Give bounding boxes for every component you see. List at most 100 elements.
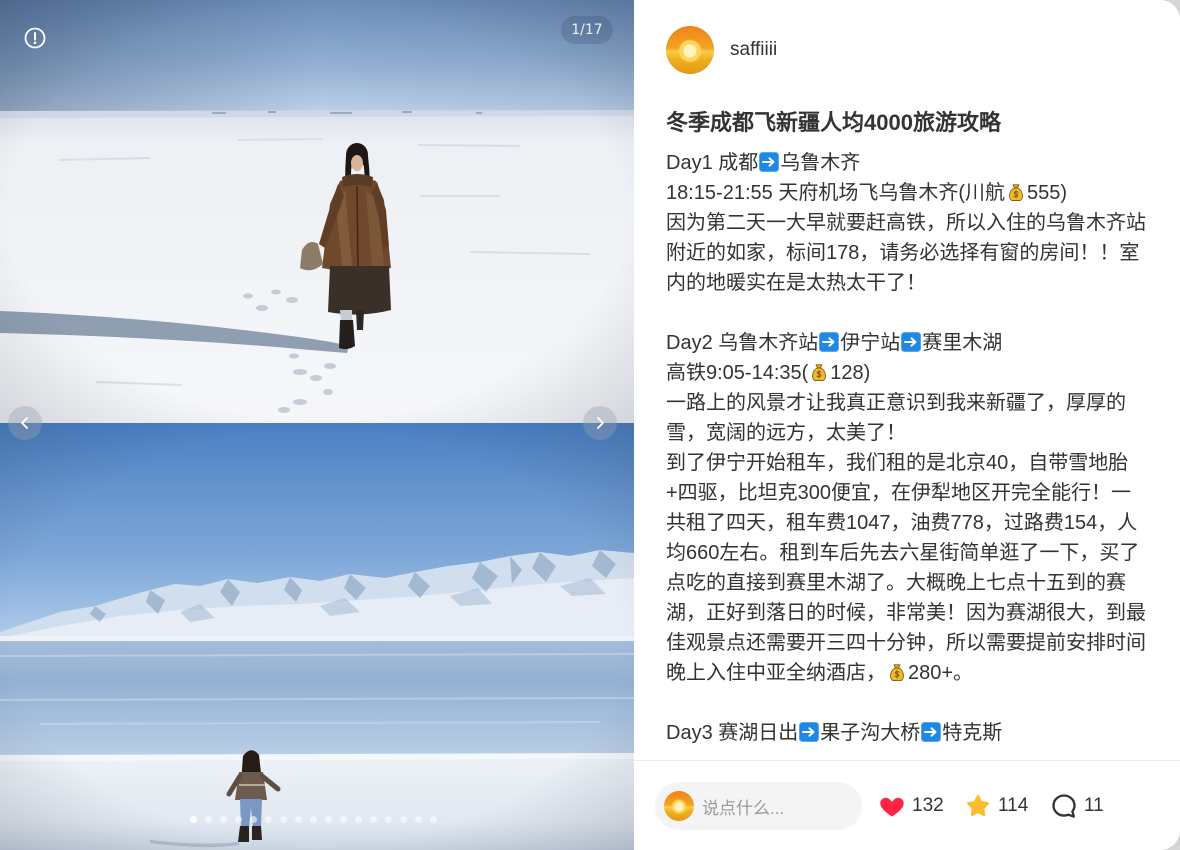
note-text: 点吃的直接到赛里木湖了。大概晚上七点十五到的赛 bbox=[666, 572, 1126, 594]
carousel-dot[interactable] bbox=[280, 816, 287, 823]
note-text: Day3 赛湖日出 bbox=[666, 722, 799, 744]
carousel-dot[interactable] bbox=[430, 816, 437, 823]
note-line: 内的地暖实在是太热太干了！ bbox=[666, 268, 1166, 298]
chevron-left-icon bbox=[21, 417, 29, 429]
carousel-dot[interactable] bbox=[370, 816, 377, 823]
note-text: 附近的如家，标间178，请务必选择有窗的房间！！室 bbox=[666, 242, 1140, 264]
note-detail-modal: 1/17 saffiiii 冬季成都飞新疆人均4000旅游攻略 Day1 成都乌… bbox=[0, 0, 1180, 850]
chevron-right-icon bbox=[597, 417, 604, 429]
carousel-dot[interactable] bbox=[310, 816, 317, 823]
note-line: 晚上入住中亚全纳酒店， 280+。 bbox=[666, 658, 1166, 688]
carousel-dot[interactable] bbox=[400, 816, 407, 823]
arrow-right-icon bbox=[819, 332, 840, 352]
note-line: 18:15-21:55 天府机场飞乌鲁木齐(川航 555) bbox=[666, 178, 1166, 208]
like-count: 132 bbox=[912, 794, 944, 816]
note-title: 冬季成都飞新疆人均4000旅游攻略 bbox=[666, 110, 1001, 135]
next-image-button[interactable] bbox=[583, 406, 617, 440]
note-text: 湖，正好到落日的时候，非常美！因为赛湖很大，到最 bbox=[666, 602, 1146, 624]
note-line: +四驱，比坦克300便宜，在伊犁地区开完全能行！一 bbox=[666, 478, 1166, 508]
collect-count: 114 bbox=[998, 794, 1029, 816]
note-body[interactable]: Day1 成都 乌鲁木齐 18:15-21:55 天府机场飞乌鲁木齐(川航 555) 因… bbox=[666, 148, 1166, 760]
avatar[interactable] bbox=[666, 26, 714, 74]
note-line: Day1 成都 乌鲁木齐 bbox=[666, 148, 1166, 178]
note-line: 湖，正好到落日的时候，非常美！因为赛湖很大，到最 bbox=[666, 598, 1166, 628]
post-photo bbox=[0, 0, 634, 850]
note-text: 因为第二天一大早就要赶高铁，所以入住的乌鲁木齐站 bbox=[666, 212, 1146, 234]
note-line: 共租了四天，租车费1047，油费778，过路费154，人 bbox=[666, 508, 1166, 538]
carousel-dot[interactable] bbox=[220, 816, 227, 823]
note-line: 均660左右。租到车后先去六星街简单逛了一下，买了 bbox=[666, 538, 1166, 568]
note-line: 雪，宽阔的远方，太美了！ bbox=[666, 418, 1166, 448]
carousel-dot[interactable] bbox=[415, 816, 422, 823]
note-text: Day2 乌鲁木齐站 bbox=[666, 332, 819, 354]
carousel-dot[interactable] bbox=[250, 816, 257, 823]
note-text: 内的地暖实在是太热太干了！ bbox=[666, 272, 926, 294]
my-avatar bbox=[664, 791, 694, 821]
image-carousel[interactable]: 1/17 bbox=[0, 0, 634, 850]
arrow-right-icon bbox=[901, 332, 922, 352]
note-line: 因为第二天一大早就要赶高铁，所以入住的乌鲁木齐站 bbox=[666, 208, 1166, 238]
note-text: 特克斯 bbox=[942, 722, 1003, 744]
note-text: 555) bbox=[1026, 182, 1068, 204]
note-panel: saffiiii 冬季成都飞新疆人均4000旅游攻略 Day1 成都 乌鲁木齐 18… bbox=[634, 0, 1180, 850]
carousel-dot[interactable] bbox=[355, 816, 362, 823]
heart-icon bbox=[880, 797, 904, 816]
note-text: 共租了四天，租车费1047，油费778，过路费154，人 bbox=[666, 512, 1138, 534]
note-line: 点吃的直接到赛里木湖了。大概晚上七点十五到的赛 bbox=[666, 568, 1166, 598]
note-text: 一路上的风景才让我真正意识到我来新疆了，厚厚的 bbox=[666, 392, 1126, 414]
note-text: 均660左右。租到车后先去六星街简单逛了一下，买了 bbox=[666, 542, 1140, 564]
carousel-dots bbox=[190, 816, 437, 823]
arrow-right-icon bbox=[921, 722, 942, 742]
info-icon bbox=[24, 27, 46, 49]
photo-lake-mountains bbox=[0, 423, 634, 850]
comment-count: 11 bbox=[1084, 794, 1104, 816]
carousel-dot[interactable] bbox=[385, 816, 392, 823]
star-icon bbox=[967, 794, 989, 816]
like-button[interactable]: 132 bbox=[878, 761, 944, 850]
photo-snowfield bbox=[0, 0, 634, 423]
money-bag-icon bbox=[887, 662, 907, 682]
note-text: 到了伊宁开始租车，我们租的是北京40，自带雪地胎 bbox=[666, 452, 1129, 474]
note-text: 佳观景点还需要开三四十分钟，所以需要提前安排时间 bbox=[666, 632, 1146, 654]
carousel-dot[interactable] bbox=[295, 816, 302, 823]
arrow-right-icon bbox=[799, 722, 820, 742]
carousel-dot[interactable] bbox=[265, 816, 272, 823]
note-text: 伊宁站 bbox=[840, 332, 901, 354]
prev-image-button[interactable] bbox=[8, 406, 42, 440]
collect-button[interactable]: 114 bbox=[964, 761, 1028, 850]
comment-button[interactable]: 11 bbox=[1050, 761, 1104, 850]
note-line: 附近的如家，标间178，请务必选择有窗的房间！！室 bbox=[666, 238, 1166, 268]
note-line: Day3 赛湖日出 果子沟大桥 特克斯 bbox=[666, 718, 1166, 748]
note-text: 高铁9:05-14:35( bbox=[666, 362, 809, 384]
carousel-dot[interactable] bbox=[340, 816, 347, 823]
note-text: Day1 成都 bbox=[666, 152, 759, 174]
carousel-dot-active[interactable] bbox=[190, 816, 197, 823]
note-text: +四驱，比坦克300便宜，在伊犁地区开完全能行！一 bbox=[666, 482, 1132, 504]
image-counter: 1/17 bbox=[561, 16, 613, 44]
comment-icon bbox=[1052, 793, 1076, 818]
note-blank-line bbox=[666, 688, 1166, 718]
carousel-dot[interactable] bbox=[205, 816, 212, 823]
note-text: 赛里木湖 bbox=[922, 332, 1003, 354]
arrow-right-icon bbox=[759, 152, 780, 172]
note-text: 乌鲁木齐 bbox=[780, 152, 861, 174]
carousel-dot[interactable] bbox=[325, 816, 332, 823]
note-text: 128) bbox=[830, 362, 871, 384]
carousel-dot[interactable] bbox=[235, 816, 242, 823]
note-text: 280+。 bbox=[908, 662, 974, 684]
note-line: 到了伊宁开始租车，我们租的是北京40，自带雪地胎 bbox=[666, 448, 1166, 478]
author-name[interactable]: saffiiii bbox=[730, 39, 777, 61]
note-line: 高铁9:05-14:35( 128) bbox=[666, 358, 1166, 388]
note-blank-line bbox=[666, 298, 1166, 328]
comment-input[interactable]: 说点什么... bbox=[655, 782, 862, 830]
note-line: Day2 乌鲁木齐站 伊宁站 赛里木湖 bbox=[666, 328, 1166, 358]
money-bag-icon bbox=[809, 362, 829, 382]
note-line: 一路上的风景才让我真正意识到我来新疆了，厚厚的 bbox=[666, 388, 1166, 418]
note-line: 佳观景点还需要开三四十分钟，所以需要提前安排时间 bbox=[666, 628, 1166, 658]
info-button[interactable] bbox=[24, 27, 46, 49]
comment-placeholder: 说点什么... bbox=[702, 798, 785, 818]
interaction-bar: 说点什么... 132 114 11 bbox=[634, 760, 1180, 850]
author-info: saffiiii bbox=[666, 26, 777, 74]
note-text: 果子沟大桥 bbox=[820, 722, 921, 744]
note-text: 晚上入住中亚全纳酒店， bbox=[666, 662, 886, 684]
